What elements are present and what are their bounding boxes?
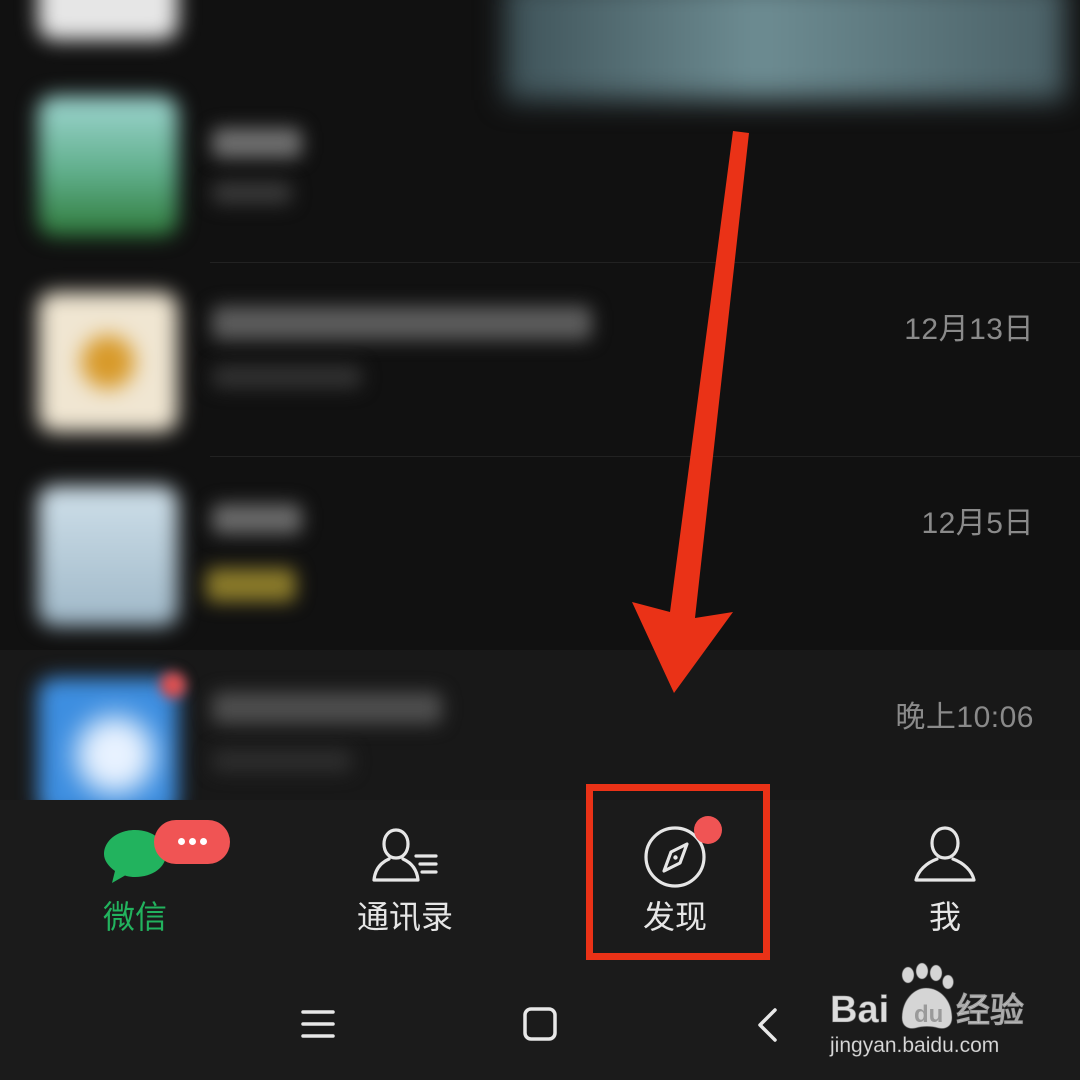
red-arrow-annotation: [632, 131, 749, 693]
watermark-brand-du: du: [914, 1001, 943, 1028]
back-chevron-icon[interactable]: [738, 994, 798, 1054]
watermark-brand-latin: Bai: [830, 989, 889, 1031]
menu-icon[interactable]: [288, 994, 348, 1054]
baidu-jingyan-watermark: Bai du 经验 jingyan.baidu.com: [826, 960, 1066, 1070]
watermark-brand-cn: 经验: [956, 991, 1024, 1031]
watermark-url: jingyan.baidu.com: [829, 1034, 999, 1057]
home-square-icon[interactable]: [510, 994, 570, 1054]
wechat-screen: 12月13日 12月5日 晚上10:06 微信 通讯录 发现 我 Bai du …: [0, 0, 1080, 1080]
